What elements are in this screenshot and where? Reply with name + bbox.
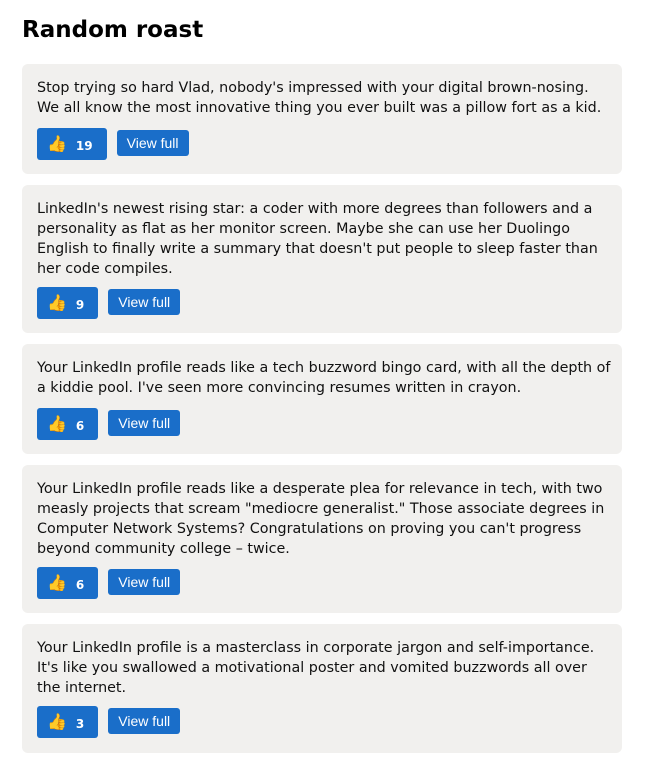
like-count: 6 xyxy=(75,419,85,433)
page: Random roast Stop trying so hard Vlad, n… xyxy=(0,0,646,762)
like-count: 9 xyxy=(75,298,85,312)
like-count: 3 xyxy=(75,717,85,731)
like-button[interactable]: 👍 9 xyxy=(37,287,99,319)
roast-card: LinkedIn's newest rising star: a coder w… xyxy=(22,185,622,333)
roast-actions: 👍 6 View full xyxy=(37,567,181,599)
roast-text: LinkedIn's newest rising star: a coder w… xyxy=(37,201,598,277)
like-button[interactable]: 👍 6 xyxy=(37,408,99,440)
roast-text: Your LinkedIn profile reads like a tech … xyxy=(37,360,611,396)
roast-card: Stop trying so hard Vlad, nobody's impre… xyxy=(22,64,622,174)
roast-card: Your LinkedIn profile reads like a despe… xyxy=(22,465,622,613)
thumbs-up-icon: 👍 xyxy=(47,293,67,312)
thumbs-up-icon: 👍 xyxy=(47,134,67,153)
thumbs-up-icon: 👍 xyxy=(47,573,67,592)
like-button[interactable]: 👍 3 xyxy=(37,706,99,738)
thumbs-up-icon: 👍 xyxy=(47,712,67,731)
view-full-button[interactable]: View full xyxy=(108,708,181,734)
view-full-button[interactable]: View full xyxy=(108,410,181,436)
roast-text: Stop trying so hard Vlad, nobody's impre… xyxy=(37,80,602,116)
view-full-button[interactable]: View full xyxy=(108,569,181,595)
roast-actions: 👍 9 View full xyxy=(37,287,181,319)
roast-actions: 👍 19 View full xyxy=(37,128,189,160)
like-count: 19 xyxy=(75,139,93,153)
page-title: Random roast xyxy=(22,17,204,43)
roast-text: Your LinkedIn profile reads like a despe… xyxy=(37,481,605,557)
like-button[interactable]: 👍 19 xyxy=(37,128,107,160)
roast-card: Your LinkedIn profile reads like a tech … xyxy=(22,344,622,454)
roast-text: Your LinkedIn profile is a masterclass i… xyxy=(37,640,595,696)
thumbs-up-icon: 👍 xyxy=(47,414,67,433)
roast-card: Your LinkedIn profile is a masterclass i… xyxy=(22,624,622,753)
like-button[interactable]: 👍 6 xyxy=(37,567,99,599)
roast-actions: 👍 3 View full xyxy=(37,706,181,738)
view-full-button[interactable]: View full xyxy=(108,289,181,315)
like-count: 6 xyxy=(75,578,85,592)
view-full-button[interactable]: View full xyxy=(116,130,189,156)
roast-actions: 👍 6 View full xyxy=(37,408,181,440)
